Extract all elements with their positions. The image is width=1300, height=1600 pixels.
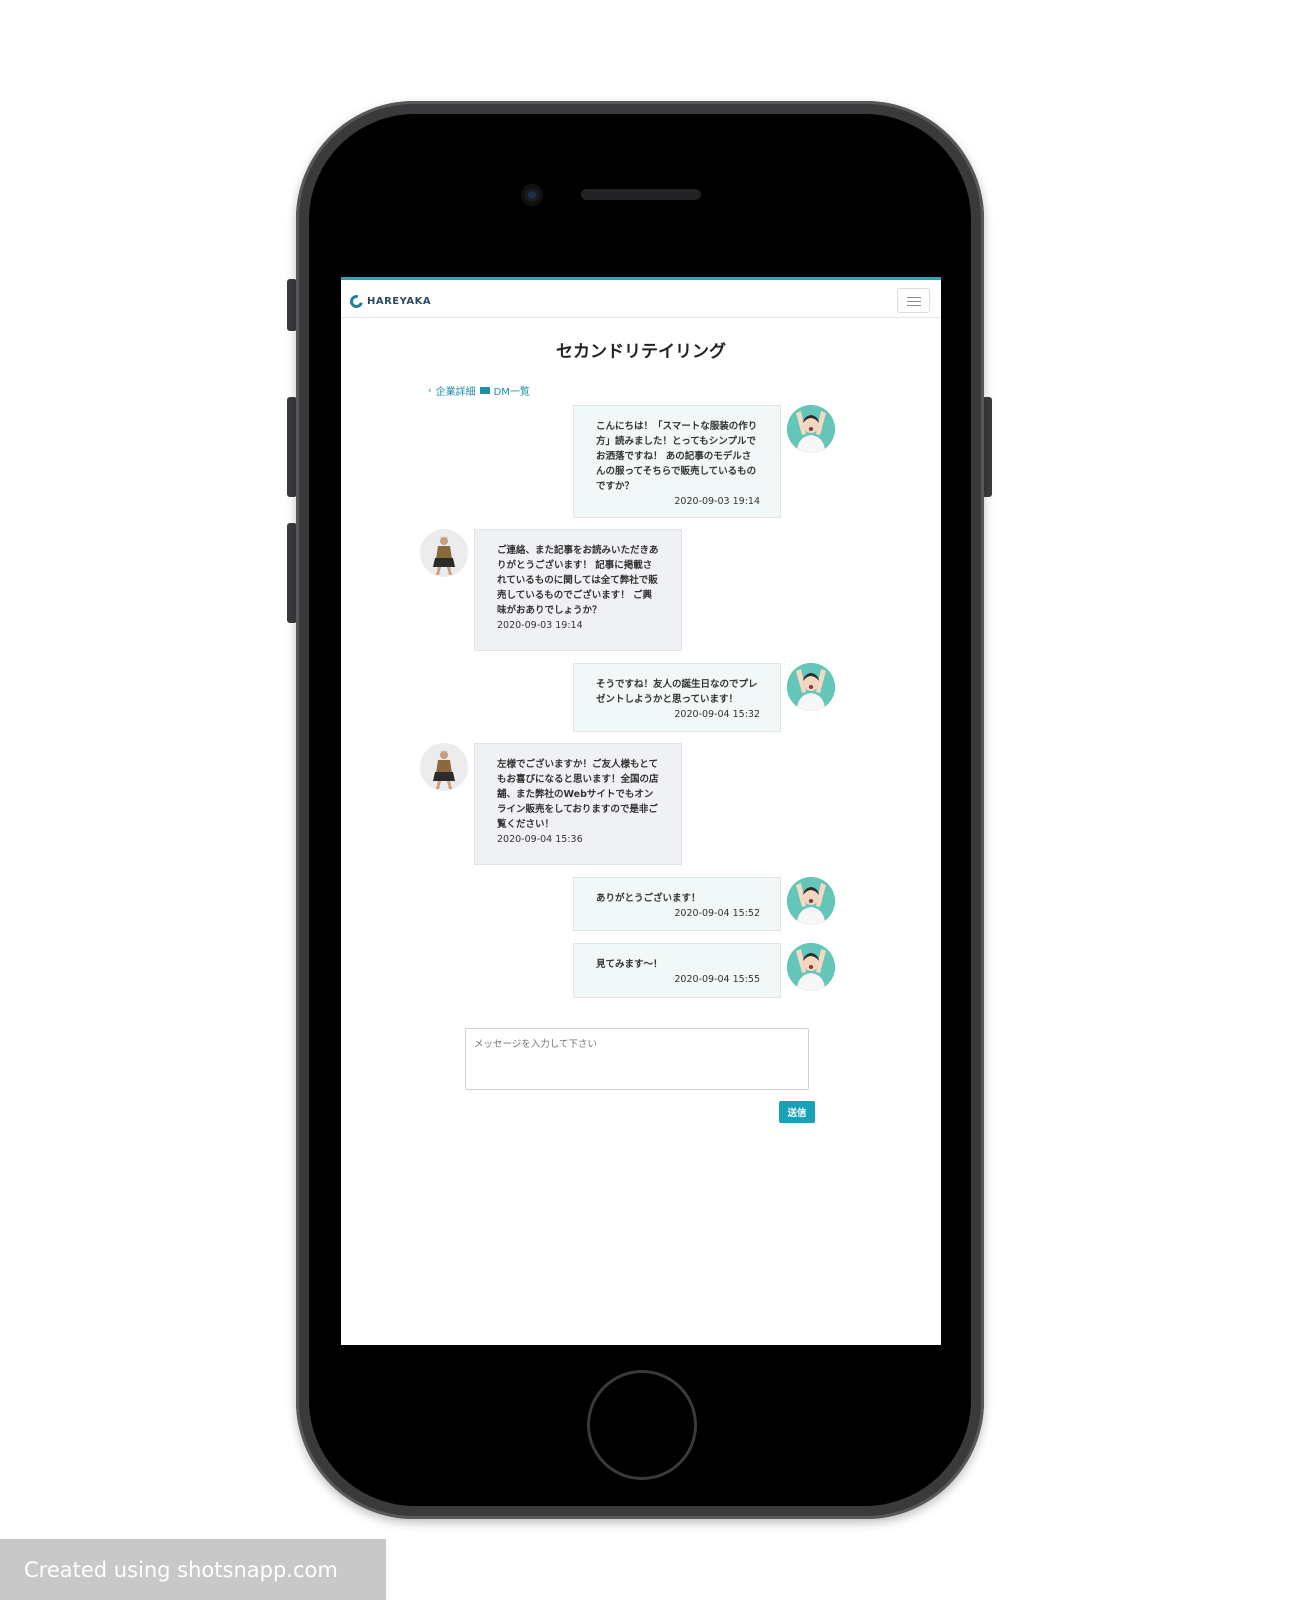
- message-timestamp: 2020-09-03 19:14: [497, 620, 583, 631]
- message-bubble-mine: こんにちは！「スマートな服装の作り方」読みました！とってもシンプルでお洒落ですね…: [573, 405, 781, 518]
- front-camera: [521, 184, 543, 206]
- stage: HAREYAKA セカンドリテイリング ‹ 企業詳細 DM一覧 こんにちは！「ス…: [0, 0, 1300, 1600]
- message-input[interactable]: [465, 1028, 809, 1090]
- person-icon: [420, 529, 468, 577]
- my-avatar: [787, 877, 835, 925]
- logo[interactable]: HAREYAKA: [347, 292, 432, 310]
- company-avatar: [420, 743, 468, 791]
- hamburger-menu-button[interactable]: [897, 288, 930, 313]
- message-text: 見てみます〜！: [596, 959, 663, 970]
- message-text: そうですね！友人の誕生日なのでプレゼントしようかと思っています！: [596, 679, 758, 705]
- company-detail-link[interactable]: 企業詳細: [436, 383, 476, 398]
- hamburger-icon-line: [907, 301, 921, 302]
- person-icon: [787, 877, 835, 925]
- my-avatar: [787, 663, 835, 711]
- phone-screen: HAREYAKA セカンドリテイリング ‹ 企業詳細 DM一覧 こんにちは！「ス…: [341, 277, 941, 1345]
- watermark: Created using shotsnapp.com: [0, 1539, 386, 1600]
- person-icon: [787, 405, 835, 453]
- message-timestamp: 2020-09-03 19:14: [674, 496, 760, 507]
- company-avatar: [420, 529, 468, 577]
- page-title: セカンドリテイリング: [556, 342, 726, 362]
- envelope-icon: [479, 387, 490, 394]
- message-bubble-mine: 見てみます〜！ 2020-09-04 15:55: [573, 943, 781, 998]
- message-text: 左様でございますか！ご友人様もとてもお喜びになると思います！全国の店舗、また弊社…: [497, 759, 659, 830]
- message-timestamp: 2020-09-04 15:32: [674, 709, 760, 720]
- hamburger-icon-line: [907, 305, 921, 306]
- message-timestamp: 2020-09-04 15:52: [674, 908, 760, 919]
- earpiece-speaker: [581, 189, 701, 200]
- dm-list-link[interactable]: DM一覧: [494, 383, 530, 398]
- logo-text: HAREYAKA: [367, 295, 432, 307]
- message-bubble-mine: ありがとうございます！ 2020-09-04 15:52: [573, 877, 781, 931]
- person-icon: [787, 943, 835, 991]
- person-icon: [787, 663, 835, 711]
- message-bubble-theirs: 左様でございますか！ご友人様もとてもお喜びになると思います！全国の店舗、また弊社…: [474, 743, 682, 865]
- message-timestamp: 2020-09-04 15:36: [497, 834, 583, 845]
- person-icon: [420, 743, 468, 791]
- message-timestamp: 2020-09-04 15:55: [674, 974, 760, 985]
- my-avatar: [787, 943, 835, 991]
- my-avatar: [787, 405, 835, 453]
- message-bubble-mine: そうですね！友人の誕生日なのでプレゼントしようかと思っています！ 2020-09…: [573, 663, 781, 732]
- send-button[interactable]: 送信: [779, 1101, 815, 1123]
- message-text: ありがとうございます！: [596, 893, 701, 904]
- breadcrumb: ‹ 企業詳細 DM一覧: [428, 383, 530, 399]
- message-text: こんにちは！「スマートな服装の作り方」読みました！とってもシンプルでお洒落ですね…: [596, 421, 758, 492]
- message-text: ご連絡、また記事をお読みいただきありがとうございます！ 記事に掲載されているもの…: [497, 545, 659, 616]
- chevron-left-icon: ‹: [428, 385, 432, 396]
- navbar: HAREYAKA: [341, 280, 941, 318]
- hamburger-icon: [907, 297, 921, 298]
- message-bubble-theirs: ご連絡、また記事をお読みいただきありがとうございます！ 記事に掲載されているもの…: [474, 529, 682, 651]
- logo-mark-icon: [347, 292, 366, 310]
- home-button: [587, 1370, 697, 1480]
